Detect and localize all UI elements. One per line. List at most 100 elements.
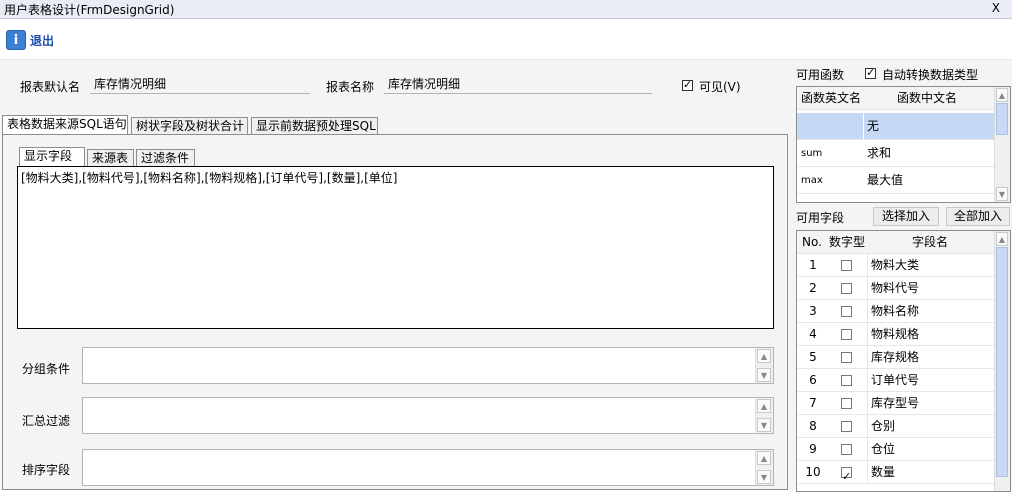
exit-button[interactable]: i 退出: [6, 29, 54, 51]
auto-convert-check-mark: [865, 66, 876, 79]
field-row[interactable]: 9 仓位: [797, 438, 995, 461]
field-numeric-checkbox[interactable]: [841, 438, 857, 461]
numeric-check-mark: [841, 444, 852, 455]
functions-scrollbar[interactable]: ▲ ▼: [994, 87, 1010, 202]
tab-preprocess-sql[interactable]: 显示前数据预处理SQL: [251, 117, 378, 134]
exit-label: 退出: [30, 33, 55, 48]
field-name: 库存型号: [867, 392, 999, 415]
window-title: 用户表格设计(FrmDesignGrid): [4, 3, 175, 17]
functions-label: 可用函数: [796, 68, 845, 82]
numeric-check-mark: [841, 375, 852, 386]
fields-scrollbar[interactable]: ▲: [994, 231, 1010, 491]
summary-filter-input[interactable]: ▲ ▼: [82, 397, 774, 434]
field-numeric-checkbox[interactable]: [841, 369, 857, 392]
function-en: sum: [801, 148, 823, 159]
fields-label: 可用字段: [796, 211, 845, 225]
display-fields-textarea[interactable]: [物料大类],[物料代号],[物料名称],[物料规格],[订单代号],[数量],…: [17, 166, 774, 329]
right-panel: 可用函数 自动转换数据类型 函数英文名 函数中文名 无 sum 求和 max 最…: [790, 60, 1012, 492]
field-name: 库存规格: [867, 346, 999, 369]
report-name-input[interactable]: [384, 74, 652, 94]
close-button[interactable]: X: [992, 1, 1000, 15]
function-row[interactable]: 无: [797, 113, 998, 140]
field-no: 2: [809, 281, 817, 295]
sort-input[interactable]: ▲ ▼: [82, 449, 774, 486]
title-bar: 用户表格设计(FrmDesignGrid) X: [0, 0, 1012, 19]
functions-scroll-thumb[interactable]: [996, 103, 1008, 135]
group-input[interactable]: ▲ ▼: [82, 347, 774, 384]
field-numeric-checkbox[interactable]: [841, 300, 857, 323]
subtab-display-fields[interactable]: 显示字段: [19, 147, 85, 166]
field-no: 3: [809, 304, 817, 318]
fields-header: No. 数字型 字段名: [797, 231, 995, 254]
field-numeric-checkbox[interactable]: [841, 392, 857, 415]
field-numeric-checkbox[interactable]: [841, 254, 857, 277]
function-cn: 求和: [867, 146, 892, 160]
fields-grid: No. 数字型 字段名 1 物料大类 2 物料代号 3 物料名称 4 物料规格 5 库存规格 6 订单…: [796, 230, 1011, 492]
numeric-check-mark: [841, 421, 852, 432]
field-no: 7: [809, 396, 817, 410]
field-name: 数量: [867, 461, 999, 484]
function-row[interactable]: max 最大值: [797, 167, 995, 194]
field-no: 9: [809, 442, 817, 456]
tab-tree-fields[interactable]: 树状字段及树状合计: [131, 117, 248, 134]
header-function-en: 函数英文名: [801, 91, 862, 105]
main-area: 报表默认名 报表名称 可见(V) 表格数据来源SQL语句 树状字段及树状合计 显…: [0, 60, 790, 490]
sort-scrollbar[interactable]: ▲ ▼: [755, 450, 773, 485]
field-row[interactable]: 8 仓别: [797, 415, 995, 438]
field-row[interactable]: 7 库存型号: [797, 392, 995, 415]
functions-grid: 函数英文名 函数中文名 无 sum 求和 max 最大值 ▲ ▼: [796, 86, 1011, 203]
function-row[interactable]: sum 求和: [797, 140, 995, 167]
default-name-input[interactable]: [90, 74, 310, 94]
field-no: 1: [809, 258, 817, 272]
field-no: 6: [809, 373, 817, 387]
subtab-source-table[interactable]: 来源表: [87, 149, 134, 166]
function-cn: 最大值: [867, 173, 904, 187]
field-name: 仓别: [867, 415, 999, 438]
auto-convert-checkbox[interactable]: [865, 66, 876, 82]
field-numeric-checkbox[interactable]: [841, 277, 857, 300]
field-numeric-checkbox[interactable]: [841, 461, 857, 484]
summary-filter-label: 汇总过滤: [22, 414, 71, 428]
field-row[interactable]: 5 库存规格: [797, 346, 995, 369]
numeric-check-mark: [841, 260, 852, 271]
info-icon: i: [6, 30, 26, 50]
field-row[interactable]: 1 物料大类: [797, 254, 995, 277]
field-row[interactable]: 2 物料代号: [797, 277, 995, 300]
function-cn: 无: [864, 113, 998, 139]
field-no: 8: [809, 419, 817, 433]
default-name-label: 报表默认名: [20, 80, 81, 94]
numeric-check-mark: [841, 306, 852, 317]
header-no: No.: [802, 235, 822, 249]
numeric-check-mark: [841, 398, 852, 409]
field-row[interactable]: 10数量: [797, 461, 995, 484]
fields-scroll-thumb[interactable]: [996, 247, 1008, 477]
group-scrollbar[interactable]: ▲ ▼: [755, 348, 773, 383]
functions-header: 函数英文名 函数中文名: [797, 87, 995, 110]
add-all-button[interactable]: 全部加入: [946, 207, 1010, 226]
field-name: 物料代号: [867, 277, 999, 300]
subtab-filter[interactable]: 过滤条件: [136, 149, 195, 166]
field-row[interactable]: 3 物料名称: [797, 300, 995, 323]
field-numeric-checkbox[interactable]: [841, 346, 857, 369]
field-name: 仓位: [867, 438, 999, 461]
field-row[interactable]: 4 物料规格: [797, 323, 995, 346]
field-numeric-checkbox[interactable]: [841, 323, 857, 346]
numeric-check-mark: [841, 465, 852, 484]
function-en: max: [801, 175, 823, 186]
header-function-cn: 函数中文名: [897, 91, 958, 105]
report-name-label: 报表名称: [326, 80, 375, 94]
visible-checkbox[interactable]: [682, 78, 693, 94]
numeric-check-mark: [841, 329, 852, 340]
field-numeric-checkbox[interactable]: [841, 415, 857, 438]
header-numeric: 数字型: [829, 235, 866, 249]
summary-filter-scrollbar[interactable]: ▲ ▼: [755, 398, 773, 433]
field-row[interactable]: 6 订单代号: [797, 369, 995, 392]
group-label: 分组条件: [22, 362, 71, 376]
toolbar: i 退出: [0, 19, 1012, 60]
field-no: 10: [805, 465, 821, 479]
field-no: 4: [809, 327, 817, 341]
select-add-button[interactable]: 选择加入: [873, 207, 939, 226]
tab-sql-source[interactable]: 表格数据来源SQL语句: [2, 115, 128, 134]
auto-convert-label: 自动转换数据类型: [882, 68, 979, 82]
field-name: 物料名称: [867, 300, 999, 323]
